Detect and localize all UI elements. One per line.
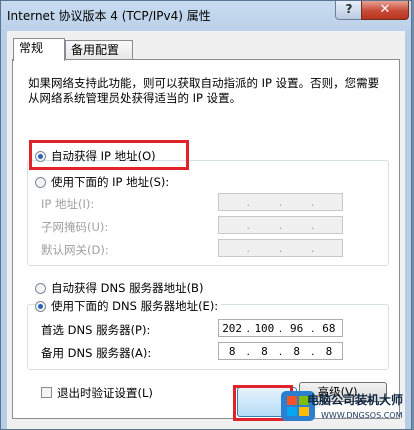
alternate-dns-field[interactable]: 8. 8. 8. 8 <box>218 342 343 360</box>
manual-dns-radio[interactable] <box>35 300 46 312</box>
auto-dns-option[interactable]: 自动获得 DNS 服务器地址(B) <box>35 280 203 296</box>
title-bar[interactable]: Internet 协议版本 4 (TCP/IPv4) 属性 ? ✕ <box>1 1 411 29</box>
dialog-client-area: 常规 备用配置 如果网络支持此功能，则可以获取自动指派的 IP 设置。否则，您需… <box>7 31 405 429</box>
validate-on-exit-checkbox[interactable] <box>41 387 52 398</box>
manual-ip-label: 使用下面的 IP 地址(S): <box>51 175 170 189</box>
manual-ip-radio[interactable] <box>35 176 46 188</box>
preferred-dns-label: 首选 DNS 服务器(P): <box>41 323 151 337</box>
alternate-dns-label: 备用 DNS 服务器(A): <box>41 346 152 360</box>
close-button[interactable]: ✕ <box>361 1 409 20</box>
ip-address-field[interactable]: . . . <box>218 193 343 211</box>
default-gateway-label: 默认网关(D): <box>41 243 109 257</box>
ip-address-label: IP 地址(I): <box>41 197 95 211</box>
general-panel: 如果网络支持此功能，则可以获取自动指派的 IP 设置。否则，您需要从网络系统管理… <box>12 59 400 419</box>
subnet-mask-field[interactable]: . . . <box>218 216 343 234</box>
watermark-logo: 电脑公司装机大师 WWW.DNGSOS.COM <box>275 381 411 429</box>
tab-alternate-config[interactable]: 备用配置 <box>65 40 133 59</box>
help-button[interactable]: ? <box>335 1 363 20</box>
preferred-dns-field[interactable]: 202. 100. 96. 68 <box>218 319 343 337</box>
description-text: 如果网络支持此功能，则可以获取自动指派的 IP 设置。否则，您需要从网络系统管理… <box>28 76 380 105</box>
validate-on-exit-label: 退出时验证设置(L) <box>57 386 153 400</box>
subnet-mask-label: 子网掩码(U): <box>41 220 109 234</box>
manual-dns-option[interactable]: 使用下面的 DNS 服务器地址(E): <box>35 298 222 314</box>
auto-dns-label: 自动获得 DNS 服务器地址(B) <box>51 281 204 295</box>
manual-dns-label: 使用下面的 DNS 服务器地址(E): <box>51 299 219 313</box>
window-title: Internet 协议版本 4 (TCP/IPv4) 属性 <box>7 9 211 23</box>
highlight-box <box>29 140 189 170</box>
dialog-window: Internet 协议版本 4 (TCP/IPv4) 属性 ? ✕ 常规 备用配… <box>0 0 412 430</box>
watermark-title: 电脑公司装机大师 <box>307 393 404 407</box>
auto-dns-radio[interactable] <box>35 282 46 294</box>
tab-general[interactable]: 常规 <box>13 38 65 61</box>
watermark-url: WWW.DNGSOS.COM <box>321 411 403 420</box>
default-gateway-field[interactable]: . . . <box>218 239 343 257</box>
manual-ip-option[interactable]: 使用下面的 IP 地址(S): <box>35 174 173 190</box>
